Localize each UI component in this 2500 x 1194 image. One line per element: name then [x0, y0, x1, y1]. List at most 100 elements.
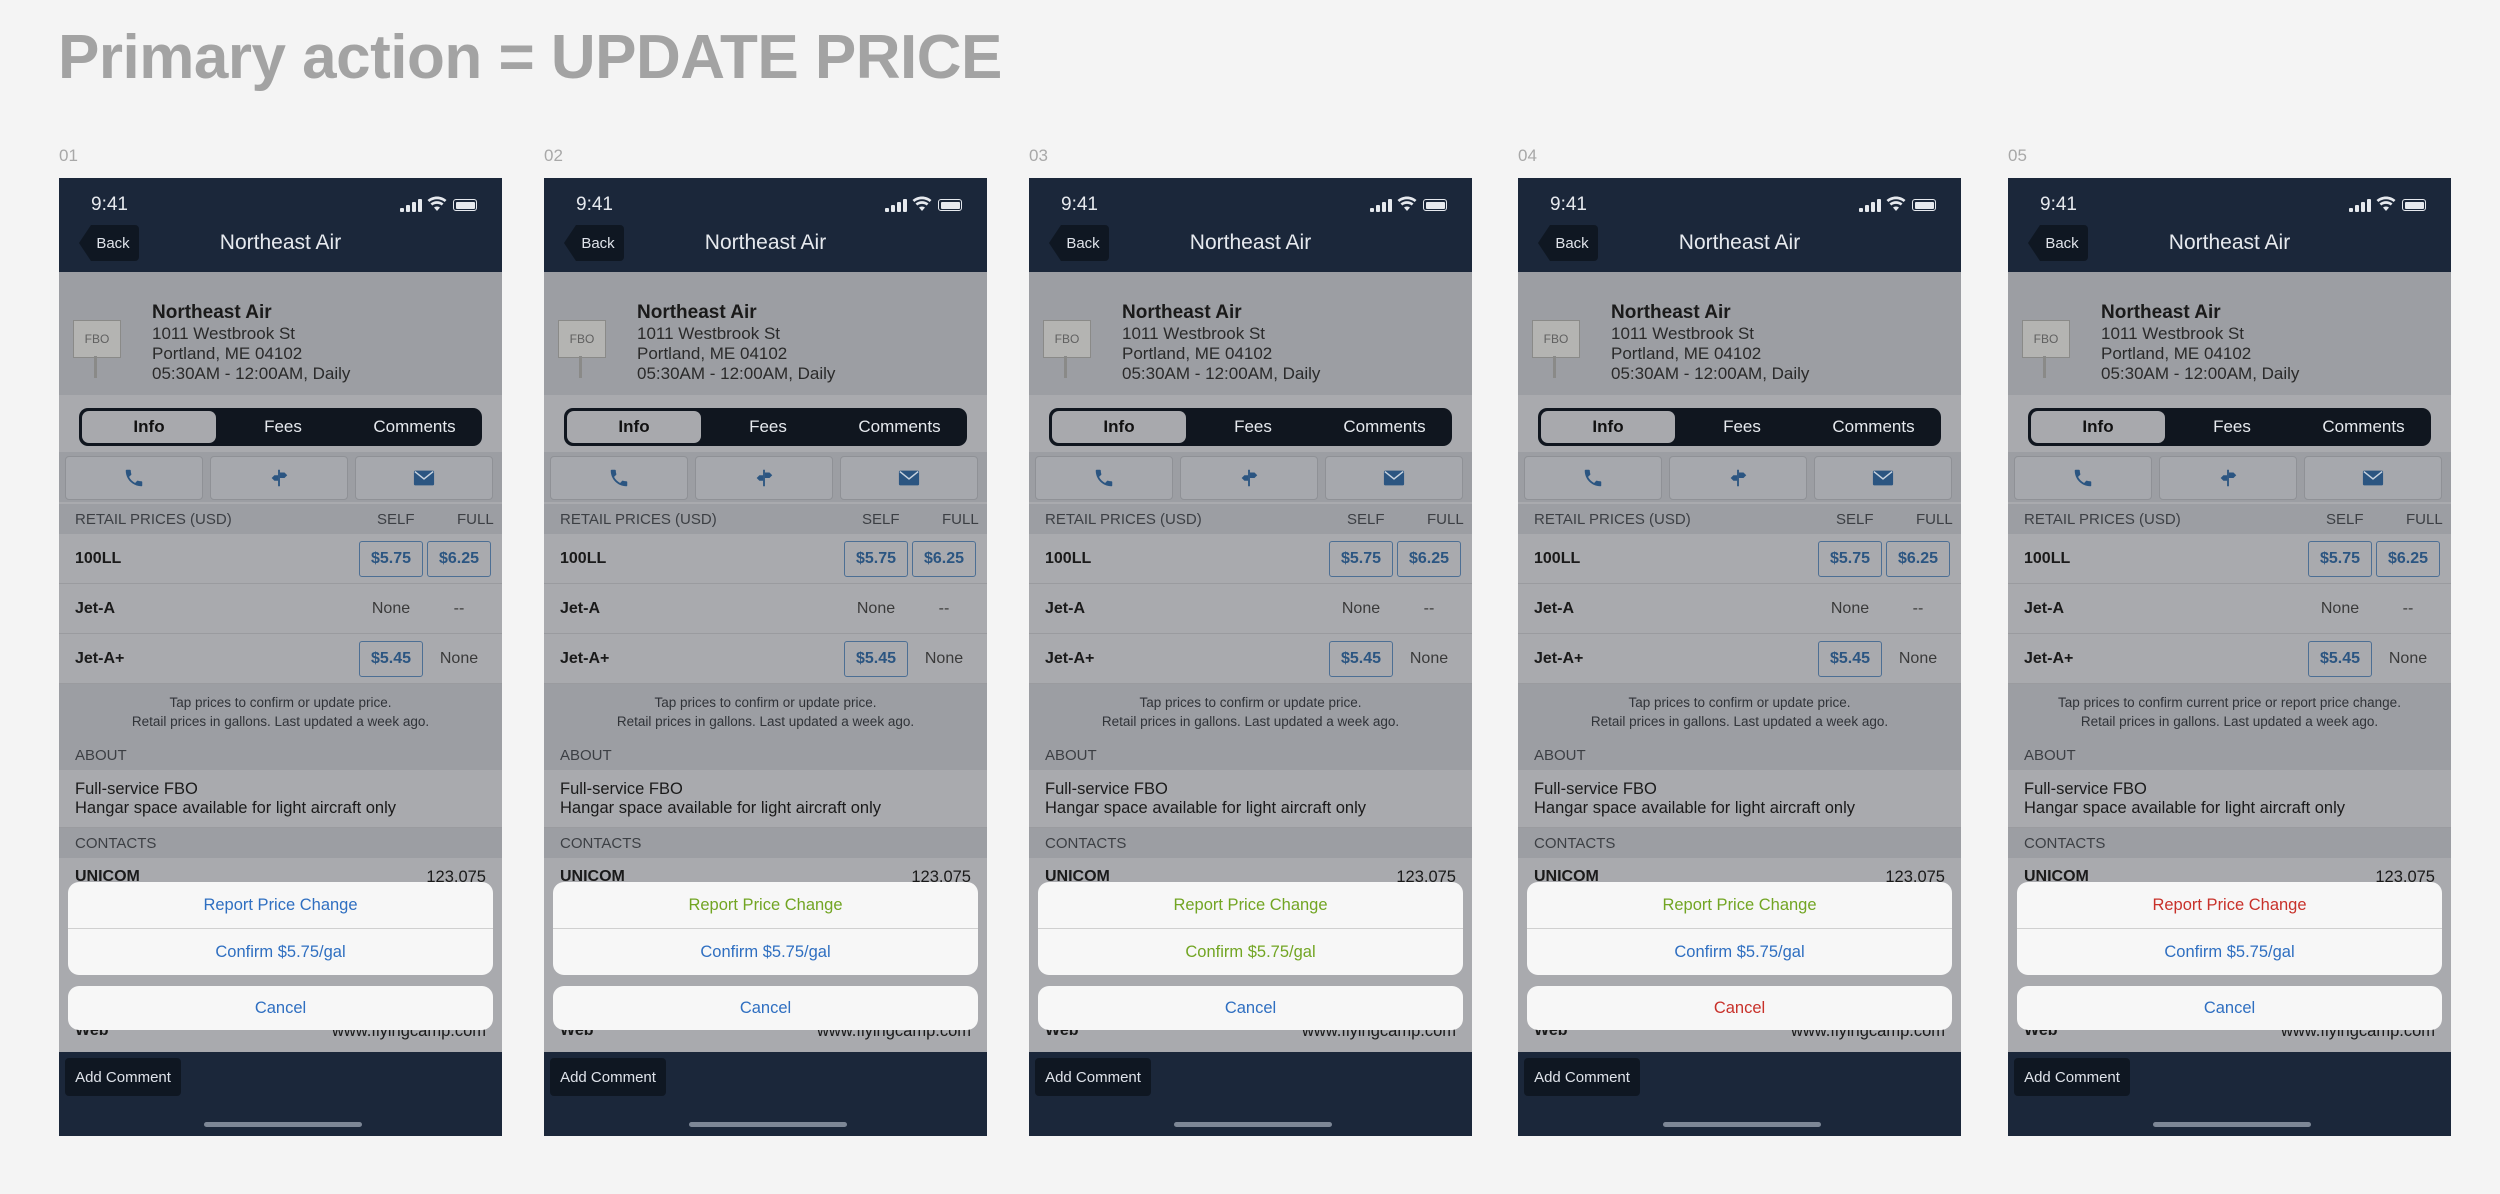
- add-comment-button[interactable]: Add Comment: [65, 1058, 181, 1096]
- confirm-price-button[interactable]: Confirm $5.75/gal: [553, 928, 978, 975]
- add-comment-button[interactable]: Add Comment: [550, 1058, 666, 1096]
- fuel-type: 100LL: [1045, 550, 1092, 567]
- full-price-button[interactable]: $6.25: [1397, 541, 1461, 577]
- full-price-button[interactable]: $6.25: [1886, 541, 1950, 577]
- full-price-button[interactable]: $6.25: [912, 541, 976, 577]
- fuel-type: Jet-A+: [1534, 650, 1584, 667]
- report-price-change-button[interactable]: Report Price Change: [68, 882, 493, 928]
- confirm-price-button[interactable]: Confirm $5.75/gal: [68, 928, 493, 975]
- tab-fees[interactable]: Fees: [2165, 411, 2299, 443]
- tab-segmented-control: Info Fees Comments: [79, 408, 482, 446]
- fuel-type: Jet-A: [75, 600, 116, 617]
- tab-fees[interactable]: Fees: [216, 411, 350, 443]
- phone-button[interactable]: [2014, 456, 2152, 500]
- phone-button[interactable]: [550, 456, 688, 500]
- cancel-button[interactable]: Cancel: [2017, 986, 2442, 1030]
- add-comment-button[interactable]: Add Comment: [1035, 1058, 1151, 1096]
- self-price-button[interactable]: $5.75: [1329, 541, 1393, 577]
- self-price-button[interactable]: $5.45: [844, 641, 908, 677]
- tab-comments[interactable]: Comments: [2299, 411, 2428, 443]
- add-comment-button[interactable]: Add Comment: [2014, 1058, 2130, 1096]
- fbo-street: 1011 Westbrook St: [2101, 324, 2245, 343]
- self-price-button[interactable]: $5.75: [2308, 541, 2372, 577]
- tab-fees[interactable]: Fees: [1675, 411, 1809, 443]
- about-row: Full-service FBO Hangar space available f…: [1029, 770, 1472, 828]
- battery-icon: [1912, 199, 1936, 211]
- fbo-sign-icon: FBO: [558, 320, 606, 358]
- report-price-change-button[interactable]: Report Price Change: [1527, 882, 1952, 928]
- cancel-button[interactable]: Cancel: [1527, 986, 1952, 1030]
- confirm-price-button[interactable]: Confirm $5.75/gal: [2017, 928, 2442, 975]
- report-price-change-button[interactable]: Report Price Change: [553, 882, 978, 928]
- mail-button[interactable]: [2304, 456, 2442, 500]
- tab-comments[interactable]: Comments: [1320, 411, 1449, 443]
- fbo-hours: 05:30AM - 12:00AM, Daily: [152, 364, 351, 383]
- fbo-street: 1011 Westbrook St: [637, 324, 781, 343]
- signal-bar: [1388, 199, 1392, 212]
- battery-icon: [2402, 199, 2426, 211]
- contact-actions: [1029, 452, 1472, 502]
- self-price-button[interactable]: $5.45: [2308, 641, 2372, 677]
- mail-button[interactable]: [355, 456, 493, 500]
- confirm-price-button[interactable]: Confirm $5.75/gal: [1038, 928, 1463, 975]
- signal-bar: [2361, 202, 2365, 212]
- tab-info[interactable]: Info: [1052, 411, 1186, 443]
- full-price-button[interactable]: $6.25: [2376, 541, 2440, 577]
- self-price-button[interactable]: $5.45: [1329, 641, 1393, 677]
- directions-button[interactable]: [1669, 456, 1807, 500]
- cancel-button[interactable]: Cancel: [553, 986, 978, 1030]
- directions-button[interactable]: [2159, 456, 2297, 500]
- signal-bar: [2355, 205, 2359, 212]
- add-comment-button[interactable]: Add Comment: [1524, 1058, 1640, 1096]
- self-price-button[interactable]: $5.45: [1818, 641, 1882, 677]
- tab-comments[interactable]: Comments: [1809, 411, 1938, 443]
- contacts-header: CONTACTS: [1029, 828, 1472, 858]
- tab-fees[interactable]: Fees: [1186, 411, 1320, 443]
- retail-prices-header: RETAIL PRICES (USD) SELF FULL: [544, 504, 987, 534]
- full-price-button[interactable]: $6.25: [427, 541, 491, 577]
- report-price-change-button[interactable]: Report Price Change: [2017, 882, 2442, 928]
- fbo-name: Northeast Air: [637, 302, 757, 323]
- note-line-2: Retail prices in gallons. Last updated a…: [131, 714, 430, 729]
- mail-button[interactable]: [840, 456, 978, 500]
- mail-button[interactable]: [1814, 456, 1952, 500]
- directions-button[interactable]: [1180, 456, 1318, 500]
- phone-button[interactable]: [65, 456, 203, 500]
- contacts-title: CONTACTS: [560, 835, 642, 852]
- tab-segmented-control: Info Fees Comments: [1049, 408, 1452, 446]
- mail-button[interactable]: [1325, 456, 1463, 500]
- nav-title: Northeast Air: [1189, 231, 1312, 254]
- fuel-type: 100LL: [560, 550, 607, 567]
- fuel-type: 100LL: [2024, 550, 2071, 567]
- retail-prices-title: RETAIL PRICES (USD): [560, 511, 717, 528]
- phone-button[interactable]: [1524, 456, 1662, 500]
- self-price-button[interactable]: $5.45: [359, 641, 423, 677]
- tab-info[interactable]: Info: [1541, 411, 1675, 443]
- about-row: Full-service FBO Hangar space available f…: [1518, 770, 1961, 828]
- tab-info[interactable]: Info: [567, 411, 701, 443]
- report-price-change-button[interactable]: Report Price Change: [1038, 882, 1463, 928]
- full-price-value: None: [924, 650, 964, 667]
- confirm-price-button[interactable]: Confirm $5.75/gal: [1527, 928, 1952, 975]
- signal-bar: [2349, 208, 2353, 212]
- self-price-button[interactable]: $5.75: [844, 541, 908, 577]
- fuel-row: 100LL $5.75 $6.25: [1029, 534, 1472, 584]
- cancel-button[interactable]: Cancel: [68, 986, 493, 1030]
- tab-comments[interactable]: Comments: [835, 411, 964, 443]
- tab-info[interactable]: Info: [82, 411, 216, 443]
- cancel-button[interactable]: Cancel: [1038, 986, 1463, 1030]
- directions-button[interactable]: [210, 456, 348, 500]
- action-sheet: Report Price Change Confirm $5.75/gal: [2017, 882, 2442, 975]
- signal-bar: [412, 202, 416, 212]
- tab-info[interactable]: Info: [2031, 411, 2165, 443]
- directions-button[interactable]: [695, 456, 833, 500]
- fbo-name: Northeast Air: [1611, 302, 1731, 323]
- screens-row: 01 9:41 Back Northeast Air FBO Northeast Air 1…: [0, 0, 2500, 1194]
- fbo-sign-pole: [1553, 356, 1556, 378]
- self-price-button[interactable]: $5.75: [359, 541, 423, 577]
- fuel-row: 100LL $5.75 $6.25: [544, 534, 987, 584]
- tab-comments[interactable]: Comments: [350, 411, 479, 443]
- tab-fees[interactable]: Fees: [701, 411, 835, 443]
- phone-button[interactable]: [1035, 456, 1173, 500]
- self-price-button[interactable]: $5.75: [1818, 541, 1882, 577]
